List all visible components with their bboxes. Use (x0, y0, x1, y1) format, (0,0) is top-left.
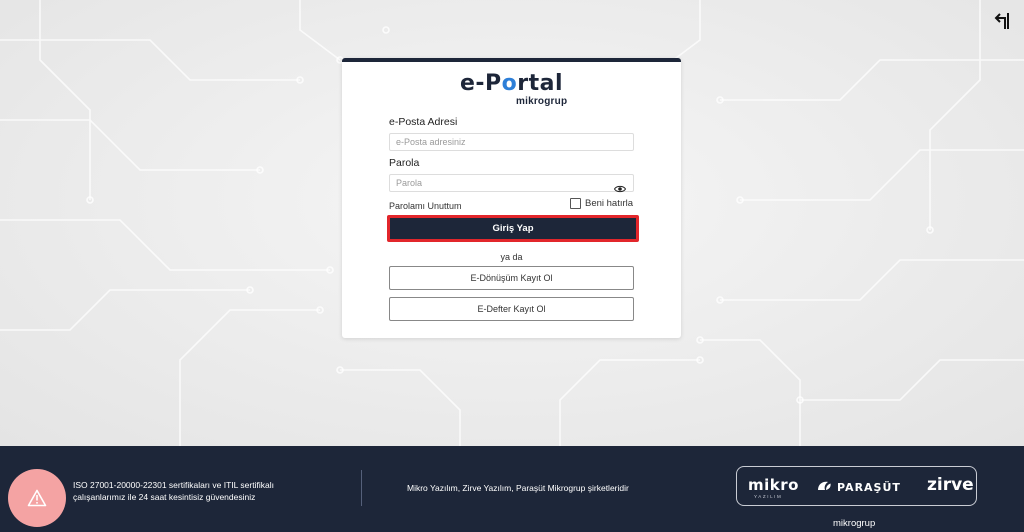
zirve-logo: zirve (927, 475, 974, 495)
email-input[interactable] (389, 133, 634, 151)
parasut-mark-icon (818, 481, 831, 490)
logo-suffix: rtal (517, 71, 564, 96)
footer: ISO 27001-20000-22301 sertifikaları ve I… (0, 446, 1024, 532)
turn-up-left-icon-svg (994, 13, 1009, 29)
security-text: ISO 27001-20000-22301 sertifikaları ve I… (73, 479, 274, 503)
mikrogrup-label: mikrogrup (829, 518, 880, 530)
mikro-logo: mikro (748, 476, 799, 494)
e-portal-logo: e-Portal mikrogrup (342, 72, 681, 110)
logo-subtitle: mikrogrup (516, 96, 568, 107)
warning-triangle-icon (27, 489, 47, 507)
logo-wordmark: e-Portal (342, 72, 681, 96)
logo-o: o (501, 71, 518, 96)
brand-logos: mikro YAZILIM PARAŞÜT zirve mikrogrup (736, 466, 977, 530)
turn-up-left-icon[interactable] (992, 12, 1012, 32)
password-input[interactable] (389, 174, 634, 192)
password-label: Parola (389, 157, 420, 169)
security-text-line2: çalışanlarımız ile 24 saat kesintisiz gü… (73, 492, 256, 502)
edefter-register-button[interactable]: E-Defter Kayıt Ol (389, 297, 634, 321)
security-text-line1: ISO 27001-20000-22301 sertifikaları ve I… (73, 480, 274, 490)
remember-me-label: Beni hatırla (585, 198, 634, 209)
or-divider-text: ya da (500, 252, 523, 262)
logo-prefix: e-P (459, 71, 502, 96)
login-button[interactable]: Giriş Yap (390, 218, 636, 239)
warning-badge (8, 469, 66, 527)
parasut-logo: PARAŞÜT (817, 480, 901, 494)
forgot-password-link[interactable]: Parolamı Unuttum (389, 201, 462, 211)
companies-text: Mikro Yazılım, Zirve Yazılım, Paraşüt Mi… (407, 483, 629, 493)
remember-me[interactable]: Beni hatırla (570, 198, 633, 209)
parasut-wordmark: PARAŞÜT (837, 480, 901, 494)
email-label: e-Posta Adresi (389, 116, 458, 128)
eye-icon[interactable] (614, 184, 626, 194)
mikro-logo-sub: YAZILIM (754, 494, 783, 499)
footer-divider (361, 470, 362, 506)
edonusum-register-button[interactable]: E-Dönüşüm Kayıt Ol (389, 266, 634, 290)
remember-me-checkbox[interactable] (570, 198, 581, 209)
login-card: e-Portal mikrogrup e-Posta Adresi Parola… (342, 58, 681, 338)
